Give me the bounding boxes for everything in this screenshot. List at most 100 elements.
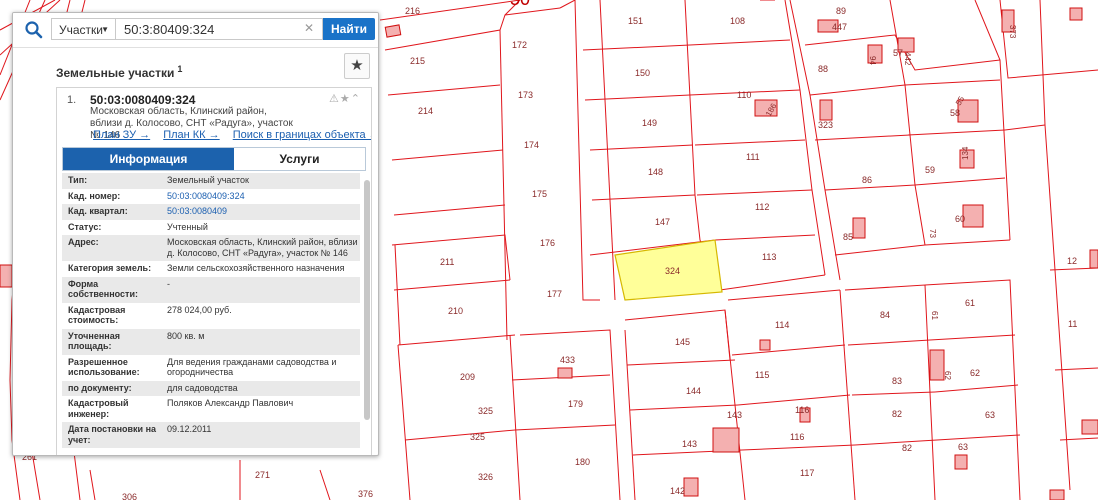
info-table: Тип: Земельный участок Кад. номер: 50:03:00… — [62, 173, 360, 448]
info-value: 800 кв. м — [167, 330, 205, 341]
info-row: Кад. номер: 50:03:0080409:324 — [62, 189, 360, 205]
results-count: 1 — [177, 64, 183, 74]
results-title-text: Земельные участки — [56, 66, 175, 80]
parcel-label: 172 — [512, 40, 527, 50]
parcel-label: 326 — [478, 472, 493, 482]
close-icon[interactable]: ✕ — [304, 22, 314, 34]
info-key: Тип: — [68, 175, 88, 185]
parcel-label: 306 — [122, 492, 137, 500]
info-key: Кадастровая стоимость: — [68, 304, 126, 326]
parcel-label: 63 — [958, 442, 968, 452]
parcel-label: 173 — [518, 90, 533, 100]
parcel-label: 149 — [642, 118, 657, 128]
parcel-label: 176 — [540, 238, 555, 248]
parcel-label: 143 — [682, 439, 697, 449]
info-row: Разрешенное использование: Для ведения гр… — [62, 355, 360, 381]
info-value: Учтенный — [167, 221, 208, 232]
search-bar: Участки ▼ ✕ Найти — [13, 13, 378, 47]
parcel-label: 147 — [655, 217, 670, 227]
parcel-label: 134 — [961, 146, 970, 160]
results-header: Земельные участки 1 ★ — [13, 47, 378, 88]
parcel-label: 62 — [943, 371, 952, 380]
parcel-label: 433 — [560, 355, 575, 365]
scrollbar[interactable] — [364, 180, 370, 420]
parcel-label: 88 — [818, 64, 828, 74]
info-row: по документу: для садоводства — [62, 380, 360, 396]
parcel-label: 110 — [737, 90, 751, 100]
parcel-label: 85 — [843, 232, 853, 242]
info-key: Категория земель: — [68, 263, 152, 273]
parcel-label: 324 — [665, 266, 680, 276]
parcel-label: 115 — [755, 370, 769, 380]
info-row: Форма собственности: - — [62, 276, 360, 303]
tab-information[interactable]: Информация — [63, 148, 234, 170]
search-in-bounds-link[interactable]: Поиск в границах объекта → — [233, 129, 371, 141]
info-value[interactable]: 50:03:0080409:324 — [158, 191, 360, 202]
info-row: Адрес: Московская область, Клинский район… — [62, 235, 360, 261]
info-value: Земельный участок — [167, 175, 249, 185]
parcel-label: 325 — [478, 406, 493, 416]
info-row: Кад. квартал: 50:03:0080409 — [62, 204, 360, 220]
info-value: Земли сельскохозяйственного назначения — [167, 263, 345, 273]
parcel-label: 59 — [925, 165, 935, 175]
parcel-label: 73 — [928, 229, 937, 238]
plan-kk-link[interactable]: План КК → — [163, 129, 219, 141]
info-value: для садоводства — [167, 382, 238, 393]
parcel-label: 177 — [547, 289, 562, 299]
info-row: Кадастровая стоимость: 278 024,00 руб. — [62, 303, 360, 329]
parcel-label: 61 — [965, 298, 975, 308]
parcel-label: 174 — [524, 140, 539, 150]
search-icon[interactable] — [23, 19, 45, 41]
parcel-label: 216 — [405, 6, 420, 16]
parcel-label: 325 — [470, 432, 485, 442]
parcel-label: 86 — [862, 175, 872, 185]
parcel-label: 117 — [800, 468, 814, 478]
info-key: Кадастровый инженер: — [68, 398, 129, 419]
parcel-label: 58 — [950, 108, 960, 118]
parcel-label: 373 — [1008, 25, 1017, 39]
info-row: Статус: Учтенный — [62, 220, 360, 236]
result-links: План ЗУ → План КК → Поиск в границах объ… — [93, 129, 371, 141]
star-icon[interactable]: ★ — [340, 93, 351, 105]
info-key: Адрес: — [68, 237, 99, 247]
parcel-label: 211 — [440, 257, 454, 267]
info-value: 09.12.2011 — [167, 424, 212, 434]
parcel-label: 175 — [532, 189, 547, 199]
parcel-label: 151 — [628, 16, 643, 26]
parcel-label: 215 — [410, 56, 425, 66]
chevron-up-icon[interactable]: ⌃ — [351, 93, 361, 105]
info-row: Кадастровый инженер: Поляков Александр Па… — [62, 396, 360, 422]
parcel-label: 60 — [955, 214, 965, 224]
info-value: - — [167, 278, 170, 289]
parcel-label: 57 — [893, 48, 903, 58]
result-cadastral-number[interactable]: 50:03:0080409:324 — [90, 93, 195, 107]
search-input[interactable] — [115, 18, 323, 40]
tab-services[interactable]: Услуги — [234, 148, 365, 170]
find-button[interactable]: Найти — [323, 18, 375, 40]
info-key: Разрешенное использование: — [68, 356, 140, 378]
parcel-label: 84 — [880, 310, 890, 320]
info-value: Для ведения гражданами садоводства и ого… — [167, 356, 337, 378]
parcel-label: 447 — [832, 22, 847, 32]
favorites-button[interactable]: ★ — [344, 53, 370, 79]
parcel-label: 144 — [686, 386, 701, 396]
info-row: Дата постановки на учет: 09.12.2011 — [62, 422, 360, 448]
info-row: Уточненная площадь: 800 кв. м — [62, 328, 360, 355]
parcel-label: 210 — [448, 306, 463, 316]
info-key: Кад. номер: — [68, 190, 121, 201]
result-tabs: Информация Услуги — [62, 147, 366, 171]
parcel-label: 62 — [970, 368, 980, 378]
warning-icon[interactable]: ⚠ — [329, 93, 340, 105]
search-panel: Участки ▼ ✕ Найти Земельные участки1 ★ 1… — [12, 12, 379, 456]
results-title: Земельные участки 1 — [56, 64, 182, 80]
parcel-label: 111 — [746, 152, 760, 162]
parcel-label: 376 — [358, 489, 373, 499]
search-type-select[interactable]: Участки ▼ — [51, 18, 115, 40]
plan-zu-link[interactable]: План ЗУ → — [93, 129, 150, 141]
info-value[interactable]: 50:03:0080409 — [158, 206, 360, 217]
result-actions: ⚠★⌃ — [329, 92, 361, 105]
info-key: Дата постановки на учет: — [68, 424, 157, 445]
info-value: Поляков Александр Павлович — [167, 398, 294, 408]
parcel-label: 94 — [868, 56, 877, 65]
parcel-label: 145 — [675, 337, 690, 347]
